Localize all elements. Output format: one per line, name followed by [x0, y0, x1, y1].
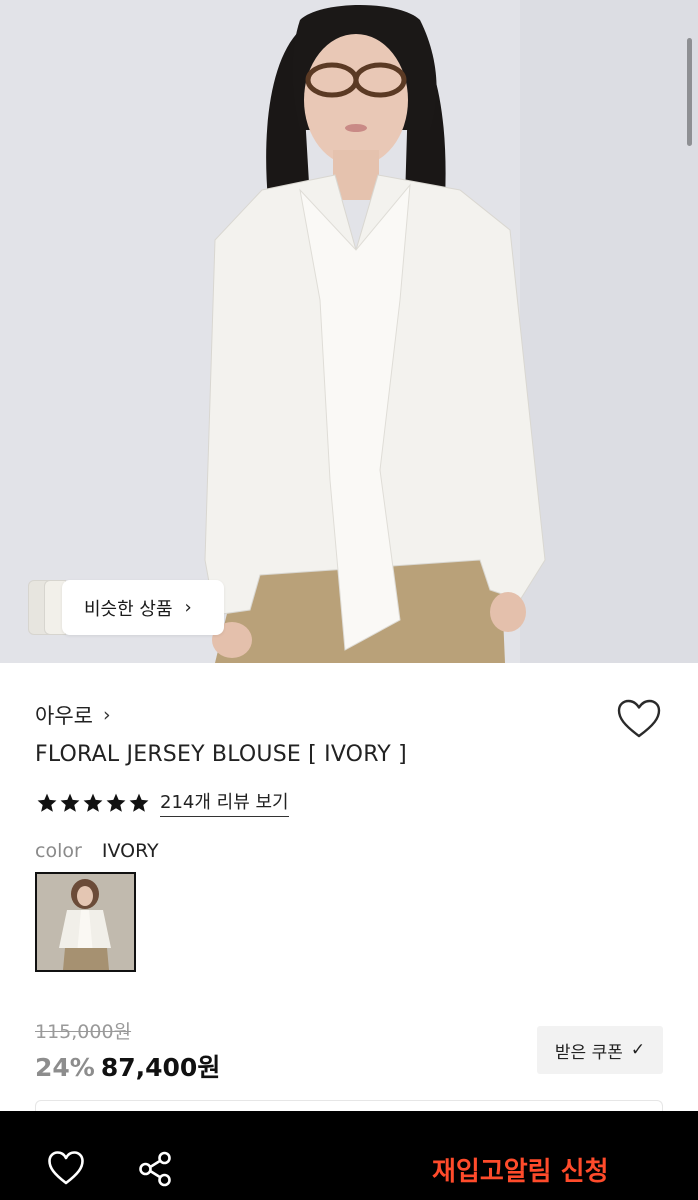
product-image[interactable]: [0, 0, 698, 663]
similar-products-label: 비슷한 상품: [84, 598, 173, 620]
similar-products-button[interactable]: 비슷한 상품 ›: [62, 580, 224, 635]
color-value: IVORY: [101, 840, 159, 862]
color-label: color: [35, 840, 82, 862]
star-icon: [37, 793, 57, 812]
discount-rate: 24%: [35, 1053, 95, 1082]
coupon-button[interactable]: 받은 쿠폰 ✓: [537, 1026, 663, 1074]
similar-products-chip[interactable]: 비슷한 상품 ›: [28, 580, 224, 635]
swatch-image: [37, 874, 134, 970]
heart-icon[interactable]: [616, 698, 662, 740]
share-icon[interactable]: [137, 1150, 173, 1188]
restock-alert-button[interactable]: 재입고알림 신청: [432, 1151, 609, 1188]
rating-stars: [36, 792, 150, 814]
heart-icon[interactable]: [47, 1150, 85, 1186]
original-price: 115,000원: [35, 1021, 132, 1043]
product-title: FLORAL JERSEY BLOUSE [ IVORY ]: [35, 742, 407, 767]
brand-name: 아우로: [35, 704, 93, 728]
brand-link[interactable]: 아우로 ›: [35, 700, 111, 730]
star-icon: [60, 793, 80, 812]
scrollbar[interactable]: [687, 38, 692, 146]
star-icon: [129, 793, 149, 812]
check-icon: ✓: [630, 1040, 646, 1060]
review-link[interactable]: 214개 리뷰 보기: [160, 788, 289, 817]
color-option: color IVORY: [35, 840, 159, 862]
coupon-label: 받은 쿠폰: [554, 1042, 623, 1063]
star-icon: [106, 793, 126, 812]
chevron-right-icon: ›: [184, 597, 192, 618]
chevron-right-icon: ›: [102, 704, 111, 726]
color-swatch-thumbnail[interactable]: [35, 872, 136, 972]
price-row: 24% 87,400원: [35, 1048, 220, 1084]
product-photo: [0, 0, 698, 663]
rating-row: 214개 리뷰 보기: [36, 788, 289, 817]
star-icon: [83, 793, 103, 812]
sale-price: 87,400원: [100, 1053, 221, 1082]
similar-thumbnails: [28, 580, 66, 635]
